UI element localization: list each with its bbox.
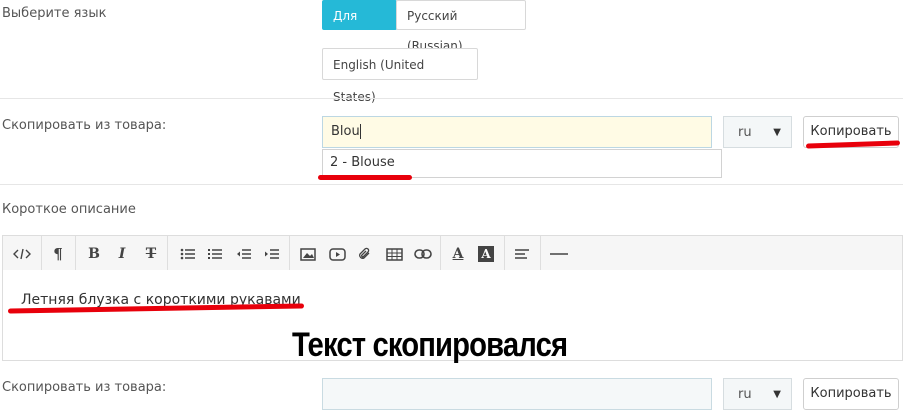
chevron-down-icon: ▼: [773, 389, 781, 400]
text-cursor: [359, 124, 361, 139]
lang-button-russian[interactable]: Русский (Russian): [396, 0, 526, 53]
language-select-value: ru: [738, 125, 752, 140]
language-select[interactable]: ru ▼: [723, 116, 792, 148]
background-color-icon[interactable]: A: [475, 243, 497, 265]
strikethrough-icon[interactable]: T: [140, 243, 162, 265]
copy-button-2[interactable]: Копировать: [803, 378, 899, 410]
video-icon[interactable]: [326, 243, 348, 265]
code-view-icon[interactable]: [11, 243, 33, 265]
table-icon[interactable]: [383, 243, 405, 265]
short-description-label: Короткое описание: [2, 202, 136, 217]
paragraph-icon[interactable]: ¶: [47, 243, 69, 265]
product-search-input-2[interactable]: [322, 378, 712, 410]
image-icon[interactable]: [297, 243, 319, 265]
autocomplete-dropdown: 2 - Blouse: [322, 149, 722, 178]
italic-icon[interactable]: I: [111, 243, 133, 265]
unordered-list-icon[interactable]: [177, 243, 199, 265]
product-search-value: Blou: [331, 124, 360, 139]
horizontal-rule-icon[interactable]: [547, 243, 571, 265]
indent-icon[interactable]: [261, 243, 283, 265]
language-select-value-2: ru: [738, 387, 752, 402]
bold-icon[interactable]: B: [83, 243, 105, 265]
overlay-caption: Текст скопировался: [292, 326, 568, 364]
divider: [0, 184, 903, 185]
copy-from-product-label-2: Скопировать из товара:: [2, 380, 167, 395]
language-label: Выберите язык: [2, 6, 107, 21]
annotation-underline: [318, 175, 412, 180]
outdent-icon[interactable]: [233, 243, 255, 265]
lang-button-all[interactable]: Для всех: [322, 0, 397, 53]
language-select-2[interactable]: ru ▼: [723, 378, 792, 410]
editor-toolbar: ¶ B I T A A: [2, 235, 903, 271]
chevron-down-icon: ▼: [773, 127, 781, 138]
align-icon[interactable]: [511, 243, 533, 265]
font-color-icon[interactable]: A: [447, 243, 469, 265]
product-search-input[interactable]: Blou: [322, 116, 712, 148]
copy-from-product-label: Скопировать из товара:: [2, 118, 167, 133]
divider: [0, 98, 903, 99]
ordered-list-icon[interactable]: [204, 243, 226, 265]
attachment-icon[interactable]: [354, 243, 376, 265]
link-icon[interactable]: [412, 243, 434, 265]
lang-button-english[interactable]: English (United States): [322, 48, 478, 104]
autocomplete-item[interactable]: 2 - Blouse: [323, 150, 721, 176]
